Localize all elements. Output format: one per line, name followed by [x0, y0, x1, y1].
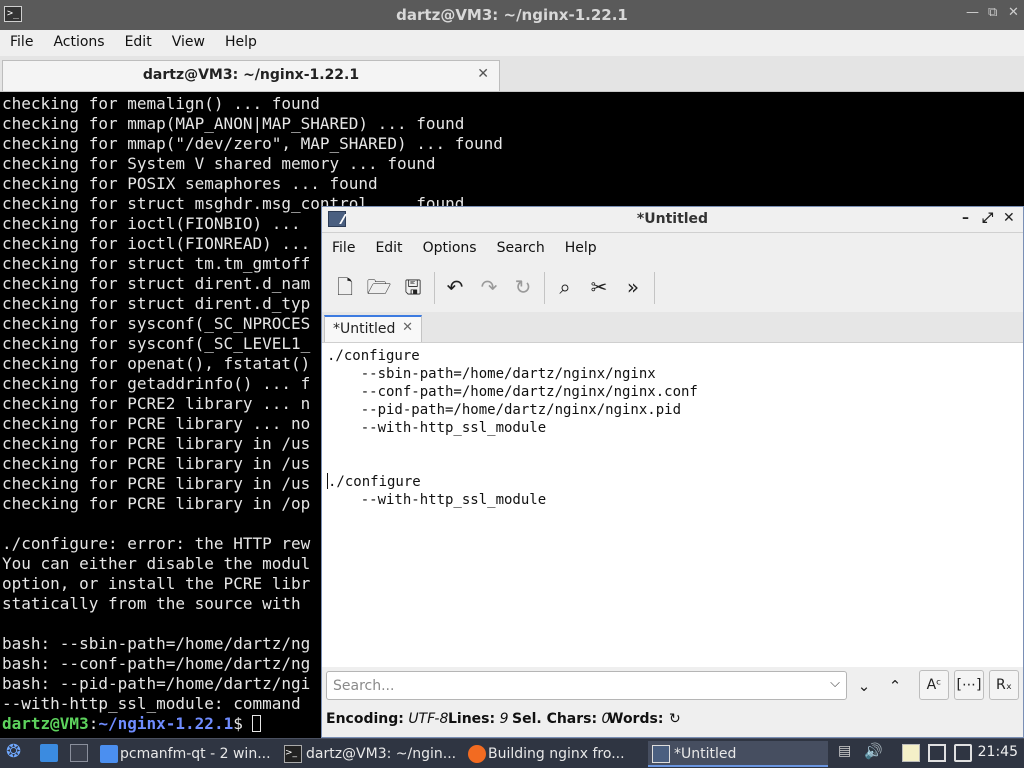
terminal-icon: >_: [284, 745, 302, 763]
terminal-menu-view[interactable]: View: [162, 30, 215, 56]
show-desktop-icon[interactable]: [70, 744, 88, 762]
editor-menu-edit[interactable]: Edit: [365, 234, 412, 260]
search-field[interactable]: ⌵: [326, 671, 847, 700]
editor-line: --sbin-path=/home/dartz/nginx/nginx: [327, 366, 656, 382]
task-pcmanfm[interactable]: pcmanfm-qt - 2 win...: [98, 741, 276, 767]
editor-tab[interactable]: *Untitled ✕: [324, 315, 422, 343]
close-icon[interactable]: ✕: [1008, 5, 1019, 20]
find-next-icon[interactable]: ⌄: [851, 673, 877, 699]
network-icon[interactable]: [954, 744, 972, 762]
save-icon[interactable]: 🖫: [398, 272, 428, 302]
terminal-line: checking for mmap(MAP_ANON|MAP_SHARED) .…: [2, 114, 465, 133]
toolbar-separator: [434, 272, 435, 304]
words-status: Words:: [608, 711, 664, 727]
find-previous-icon[interactable]: ⌃: [882, 673, 908, 699]
match-case-icon[interactable]: Aᶜ: [919, 670, 949, 700]
refresh-words-icon[interactable]: ↻: [669, 711, 681, 727]
minimize-icon[interactable]: —: [966, 5, 979, 20]
tray-arrow-icon[interactable]: ▤: [838, 743, 856, 761]
editor-window-title: *Untitled: [636, 211, 709, 227]
editor-line: --pid-path=/home/dartz/nginx/nginx.pid: [327, 402, 682, 418]
terminal-tab-label: dartz@VM3: ~/nginx-1.22.1: [142, 67, 360, 83]
editor-tab-label: *Untitled: [333, 321, 396, 337]
toolbar-separator: [544, 272, 545, 304]
editor-text-area[interactable]: ./configure --sbin-path=/home/dartz/ngin…: [322, 342, 1023, 667]
more-chevron-icon[interactable]: »: [618, 272, 648, 302]
open-folder-icon[interactable]: 🗁: [364, 272, 394, 302]
new-file-icon[interactable]: 🗋: [330, 272, 360, 302]
editor-statusbar: Encoding: UTF-8 Lines: 9 Sel. Chars: 0 W…: [322, 707, 1023, 737]
toolbar-separator: [654, 272, 655, 304]
editor-menu-options[interactable]: Options: [413, 234, 487, 260]
terminal-line: checking for POSIX semaphores ... found: [2, 174, 378, 193]
find-icon[interactable]: ⌕: [550, 272, 580, 302]
terminal-menu-edit[interactable]: Edit: [115, 30, 162, 56]
undo-icon[interactable]: ↶: [440, 272, 470, 302]
task-terminal[interactable]: >_ dartz@VM3: ~/ngin...: [282, 741, 462, 767]
text-caret: [327, 473, 328, 489]
editor-line: --with-http_ssl_module: [327, 492, 547, 508]
redo-icon[interactable]: ↷: [474, 272, 504, 302]
terminal-tab[interactable]: dartz@VM3: ~/nginx-1.22.1 ✕: [2, 60, 500, 91]
editor-line: ./configure: [327, 348, 420, 364]
close-tab-icon[interactable]: ✕: [477, 66, 489, 82]
editor-search-bar: ⌵ ⌄ ⌃ Aᶜ [⋯] Rₓ: [322, 667, 1023, 707]
maximize-icon[interactable]: ⧉: [988, 5, 997, 20]
terminal-menu-file[interactable]: File: [0, 30, 43, 56]
editor-menu-search[interactable]: Search: [487, 234, 555, 260]
volume-icon[interactable]: 🔊: [864, 742, 883, 760]
editor-maximize-icon[interactable]: ⤢: [982, 210, 993, 226]
terminal-line: checking for memalign() ... found: [2, 94, 320, 113]
editor-menu-file[interactable]: File: [322, 234, 365, 260]
chevron-down-icon[interactable]: ⌵: [830, 676, 840, 691]
editor-close-icon[interactable]: ✕: [1003, 210, 1015, 226]
editor-menu-help[interactable]: Help: [555, 234, 607, 260]
start-menu-icon[interactable]: ❂: [6, 741, 24, 762]
terminal-titlebar[interactable]: >_ dartz@VM3: ~/nginx-1.22.1 — ⧉ ✕: [0, 0, 1024, 30]
terminal-tabbar: dartz@VM3: ~/nginx-1.22.1 ✕: [0, 56, 1024, 92]
editor-line: --conf-path=/home/dartz/nginx/nginx.conf: [327, 384, 698, 400]
featherpad-icon: [652, 745, 670, 763]
editor-tabbar: *Untitled ✕: [322, 312, 1023, 343]
editor-line: --with-http_ssl_module: [327, 420, 547, 436]
reload-icon[interactable]: ↻: [508, 272, 538, 302]
editor-toolbar: 🗋 🗁 🖫 ↶ ↷ ↻ ⌕ ✂ »: [322, 262, 1023, 312]
find-replace-icon[interactable]: ✂: [584, 272, 614, 302]
terminal-line: checking for mmap("/dev/zero", MAP_SHARE…: [2, 134, 503, 153]
terminal-line: checking for System V shared memory ... …: [2, 154, 436, 173]
display-icon[interactable]: [928, 744, 946, 762]
editor-titlebar[interactable]: *Untitled – ⤢ ✕: [322, 207, 1023, 233]
task-editor[interactable]: *Untitled: [648, 741, 828, 767]
firefox-icon: [468, 745, 486, 763]
editor-line: ./configure: [327, 473, 421, 490]
editor-window: *Untitled – ⤢ ✕ File Edit Options Search Hel…: [321, 206, 1024, 738]
task-firefox[interactable]: Building nginx fro...: [466, 741, 642, 767]
editor-menubar: File Edit Options Search Help: [322, 234, 1023, 262]
terminal-menu-actions[interactable]: Actions: [43, 30, 114, 56]
taskbar: ❂ pcmanfm-qt - 2 win... >_ dartz@VM3: ~/…: [0, 738, 1024, 768]
whole-word-icon[interactable]: [⋯]: [954, 670, 984, 700]
terminal-cursor: [252, 715, 262, 732]
terminal-window-title: dartz@VM3: ~/nginx-1.22.1: [396, 6, 628, 24]
clock[interactable]: 21:45: [978, 744, 1018, 760]
terminal-menu-help[interactable]: Help: [215, 30, 267, 56]
clipboard-icon[interactable]: [902, 744, 920, 762]
file-manager-icon[interactable]: [40, 744, 58, 762]
terminal-menubar: File Actions Edit View Help: [0, 30, 1024, 56]
selection-status: Sel. Chars: 0: [512, 711, 611, 727]
encoding-status: Encoding: UTF-8: [326, 711, 449, 727]
regex-icon[interactable]: Rₓ: [989, 670, 1019, 700]
folder-icon: [100, 745, 118, 763]
lines-status: Lines: 9: [448, 711, 509, 727]
editor-minimize-icon[interactable]: –: [962, 210, 969, 226]
search-input[interactable]: [333, 675, 823, 697]
close-tab-icon[interactable]: ✕: [402, 320, 413, 335]
